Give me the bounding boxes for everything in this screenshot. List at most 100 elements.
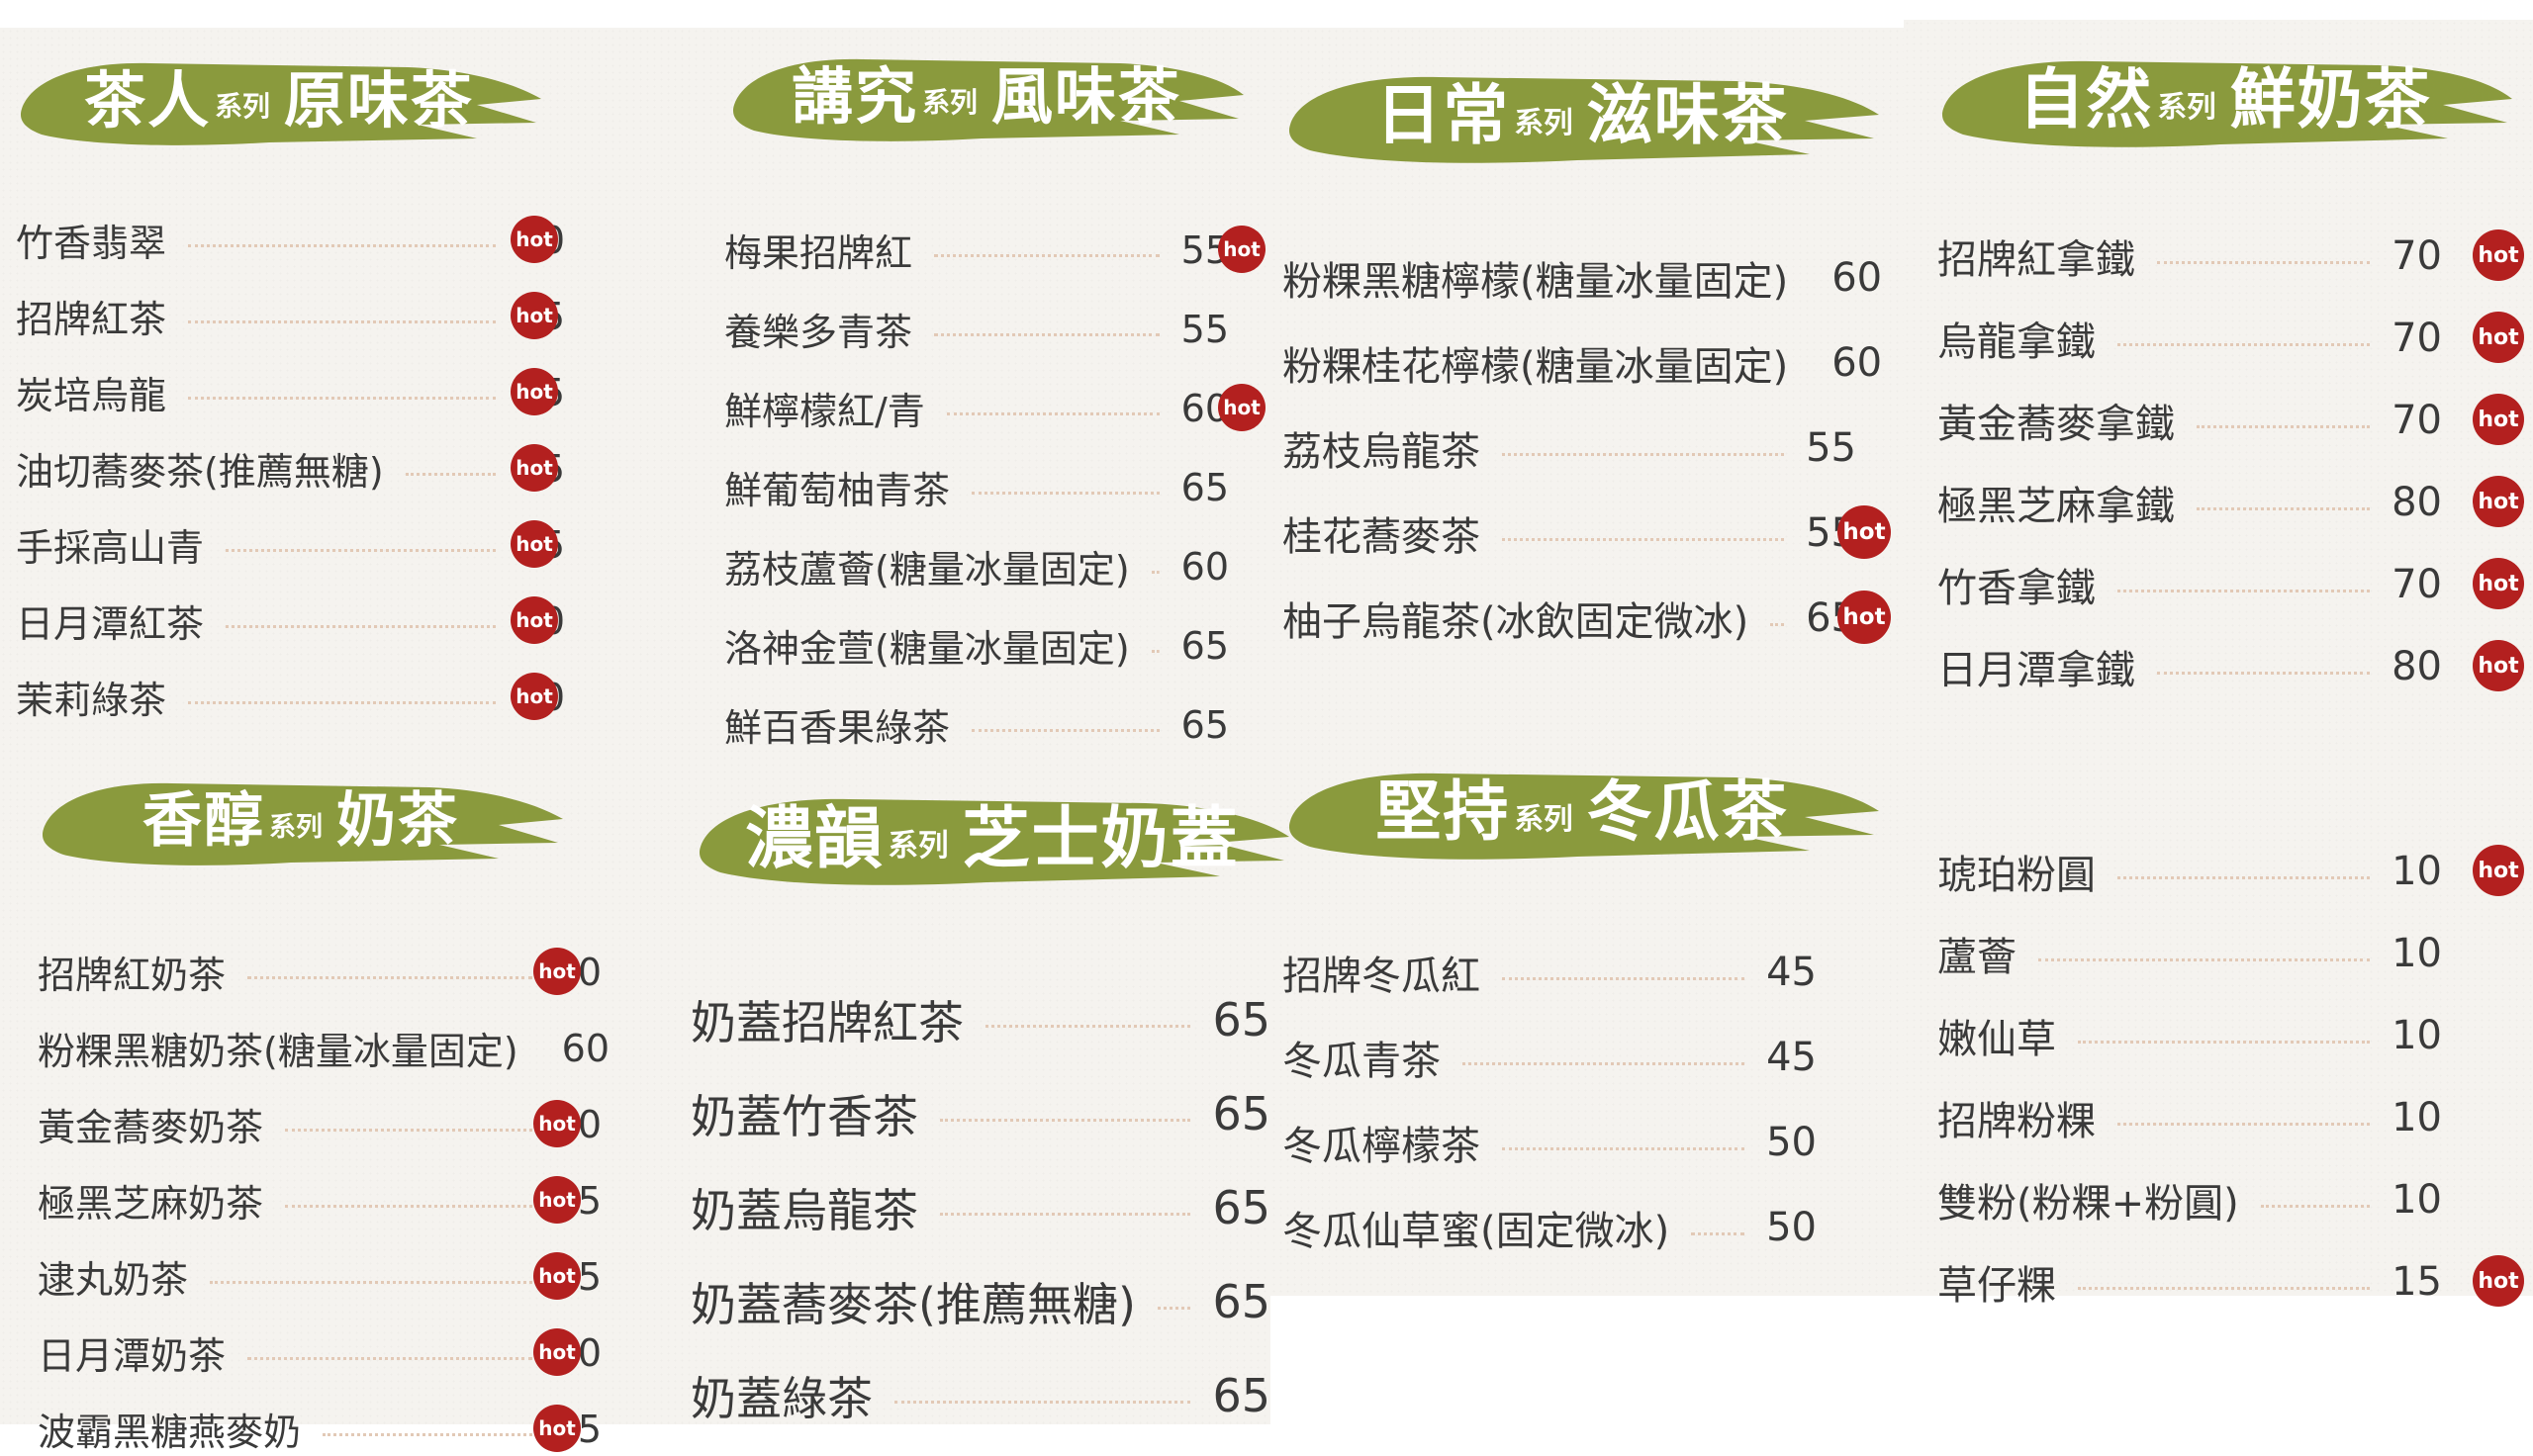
- menu-item-name: 奶蓋竹香茶: [691, 1090, 918, 1143]
- menu-item: 黃金蕎麥奶茶50: [38, 1097, 602, 1151]
- banner-title: 香醇: [142, 785, 265, 856]
- menu-item: 奶蓋招牌紅茶 65: [691, 987, 1270, 1052]
- dotted-leader: [940, 1212, 1191, 1216]
- dotted-leader: [2038, 957, 2371, 961]
- dotted-leader: [2157, 671, 2371, 675]
- banner-subtitle: 鮮奶茶: [2229, 60, 2432, 137]
- dotted-leader: [247, 1357, 532, 1360]
- menu-item-name: 黃金蕎麥拿鐵: [1937, 402, 2175, 447]
- hot-stamp-icon: hot: [2473, 845, 2524, 896]
- banner-series: 系列: [1514, 801, 1573, 837]
- hot-stamp-icon: hot: [511, 367, 558, 415]
- menu-item-price: 50: [1766, 1120, 1817, 1165]
- menu-item-price: 50: [1766, 1205, 1817, 1250]
- banner-series: 系列: [922, 85, 978, 119]
- menu-item: 炭培烏龍35: [16, 365, 565, 419]
- menu-item-price: 65: [1212, 1275, 1270, 1328]
- menu-item-price: 65: [1180, 623, 1229, 668]
- menu-item-price: 65: [1212, 993, 1270, 1046]
- dotted-leader: [2078, 1286, 2371, 1290]
- menu-item-name: 蘆薈: [1937, 935, 2017, 980]
- menu-item: 鮮葡萄柚青茶 65: [724, 460, 1229, 514]
- menu-item-name: 鮮百香果綠茶: [724, 706, 951, 750]
- menu-item-price: 60: [561, 1026, 610, 1070]
- section-banner-3: 日常 系列 滋味茶: [1280, 51, 1884, 168]
- hot-stamp-icon: hot: [2473, 394, 2524, 445]
- hot-stamp-icon: hot: [1837, 591, 1891, 644]
- menu-item-name: 油切蕎麥茶(推薦無糖): [16, 450, 384, 494]
- menu-item: 奶蓋竹香茶 65: [691, 1081, 1270, 1146]
- banner-series: 系列: [1514, 105, 1573, 140]
- banner-subtitle: 滋味茶: [1586, 76, 1789, 153]
- menu-item: 琥珀粉圓 10: [1937, 843, 2442, 900]
- menu-item-name: 招牌紅奶茶: [38, 954, 227, 997]
- menu-item-name: 手採高山青: [16, 526, 205, 570]
- hot-stamp-icon: hot: [2473, 312, 2524, 363]
- menu-item: 粉粿桂花檸檬(糖量冰量固定) 60: [1282, 334, 1882, 392]
- dotted-leader: [285, 1129, 532, 1132]
- menu-item-name: 荔枝烏龍茶: [1282, 429, 1480, 475]
- menu-item-price: 70: [2392, 233, 2442, 279]
- menu-item: 草仔粿 15: [1937, 1253, 2442, 1311]
- menu-item: 奶蓋烏龍茶 65: [691, 1175, 1270, 1240]
- dotted-leader: [1151, 650, 1160, 653]
- dotted-leader: [247, 976, 532, 979]
- menu-item-name: 琥珀粉圓: [1937, 853, 2096, 898]
- menu-item-name: 日月潭奶茶: [38, 1334, 227, 1378]
- section-banner-1: 茶人 系列 原味茶: [12, 40, 546, 150]
- menu-item-name: 竹香翡翠: [16, 222, 167, 265]
- banner-series: 系列: [888, 827, 949, 864]
- menu-item-price: 80: [2392, 644, 2442, 689]
- menu-item-name: 梅果招牌紅: [724, 231, 913, 275]
- menu-item-name: 日月潭拿鐵: [1937, 648, 2135, 693]
- hot-stamp-icon: hot: [2473, 640, 2524, 691]
- menu-item-name: 鮮葡萄柚青茶: [724, 469, 951, 512]
- menu-item-name: 奶蓋烏龍茶: [691, 1184, 918, 1237]
- dotted-leader: [946, 412, 1160, 415]
- dotted-leader: [188, 320, 496, 323]
- menu-item: 桂花蕎麥茶 55: [1282, 504, 1856, 562]
- dotted-leader: [940, 1118, 1191, 1122]
- menu-item: 茉莉綠茶30: [16, 670, 565, 724]
- menu-item-name: 日月潭紅茶: [16, 602, 205, 646]
- dotted-leader: [1157, 1306, 1191, 1310]
- dotted-leader: [972, 492, 1160, 495]
- menu-item: 洛神金萱(糖量冰量固定) 65: [724, 618, 1229, 673]
- banner-subtitle: 風味茶: [990, 60, 1181, 133]
- menu-item-name: 粉粿桂花檸檬(糖量冰量固定): [1282, 344, 1789, 390]
- menu-item: 梅果招牌紅 55: [724, 223, 1229, 277]
- dotted-leader: [1770, 622, 1785, 626]
- menu-item: 冬瓜青茶 45: [1282, 1029, 1817, 1086]
- hot-stamp-icon: hot: [533, 1327, 581, 1376]
- dotted-leader: [1502, 976, 1745, 980]
- dotted-leader: [188, 244, 496, 247]
- menu-item-price: 45: [1766, 950, 1817, 995]
- menu-item: 荔枝烏龍茶 55: [1282, 419, 1856, 477]
- menu-item-price: 60: [1831, 340, 1883, 386]
- section-banner-7: 堅持 系列 冬瓜茶: [1280, 748, 1884, 864]
- menu-item: 荔枝蘆薈(糖量冰量固定) 60: [724, 539, 1229, 593]
- menu-item: 油切蕎麥茶(推薦無糖)35: [16, 441, 565, 496]
- menu-item: 嫩仙草 10: [1937, 1007, 2442, 1064]
- menu-item-name: 黃金蕎麥奶茶: [38, 1106, 264, 1149]
- banner-series: 系列: [215, 89, 270, 123]
- menu-item-price: 70: [2392, 562, 2442, 607]
- menu-item: 逮丸奶茶65: [38, 1249, 602, 1304]
- hot-stamp-icon: hot: [511, 215, 558, 263]
- menu-item-price: 10: [2392, 1095, 2442, 1140]
- hot-stamp-icon: hot: [533, 1251, 581, 1300]
- hot-stamp-icon: hot: [533, 947, 581, 995]
- menu-item-price: 10: [2392, 849, 2442, 894]
- menu-item: 招牌冬瓜紅 45: [1282, 944, 1817, 1001]
- menu-item: 蘆薈 10: [1937, 925, 2442, 982]
- hot-stamp-icon: hot: [511, 443, 558, 492]
- menu-item: 粉粿黑糖檸檬(糖量冰量固定) 60: [1282, 249, 1882, 307]
- hot-stamp-icon: hot: [2473, 229, 2524, 281]
- dotted-leader: [188, 397, 496, 400]
- dotted-leader: [1502, 1146, 1745, 1150]
- menu-item-name: 極黑芝麻拿鐵: [1937, 484, 2175, 529]
- menu-item-price: 65: [1212, 1087, 1270, 1140]
- hot-stamp-icon: hot: [533, 1175, 581, 1224]
- menu-item: 鮮檸檬紅/青 60: [724, 381, 1229, 435]
- menu-item-name: 冬瓜青茶: [1282, 1039, 1441, 1084]
